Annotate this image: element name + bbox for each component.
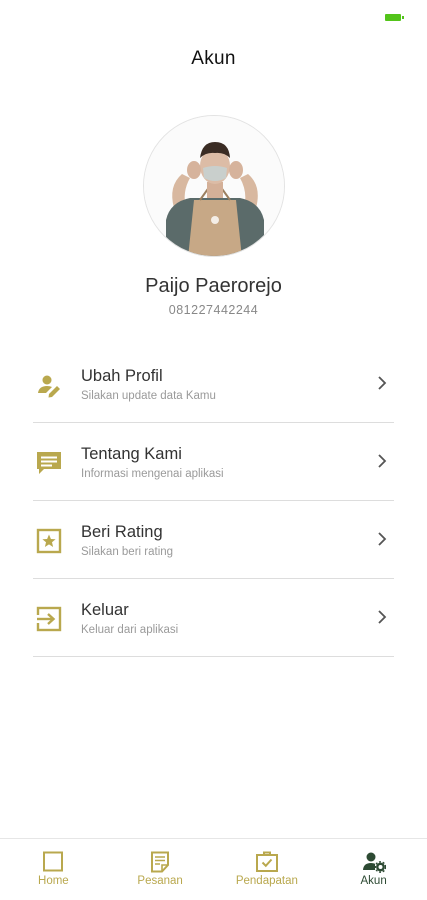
menu-item-subtitle: Keluar dari aplikasi [81, 624, 179, 636]
menu-item-edit-profile[interactable]: Ubah Profil Silakan update data Kamu [33, 345, 394, 423]
chevron-right-icon [378, 454, 387, 468]
bottom-nav: Home Pesanan Pendapatan Akun [0, 838, 427, 900]
menu-item-subtitle: Informasi mengenai aplikasi [81, 468, 224, 480]
menu-item-subtitle: Silakan beri rating [81, 546, 174, 558]
nav-item-income[interactable]: Pendapatan [214, 839, 321, 900]
nav-item-home[interactable]: Home [0, 839, 107, 900]
profile-phone: 081227442244 [168, 303, 259, 317]
avatar[interactable] [143, 115, 285, 257]
nav-item-account[interactable]: Akun [320, 839, 427, 900]
menu-item-title: Beri Rating [81, 523, 163, 541]
account-settings-icon [362, 852, 386, 873]
menu-item-rating[interactable]: Beri Rating Silakan beri rating [33, 501, 394, 579]
chevron-right-icon [378, 376, 387, 390]
message-icon [37, 452, 61, 474]
logout-icon [36, 606, 62, 632]
avatar-photo [144, 116, 284, 256]
menu-item-logout[interactable]: Keluar Keluar dari aplikasi [33, 579, 394, 657]
menu-item-title: Ubah Profil [81, 367, 163, 385]
menu-item-about[interactable]: Tentang Kami Informasi mengenai aplikasi [33, 423, 394, 501]
page-title: Akun [191, 48, 236, 69]
nav-label: Akun [360, 875, 387, 887]
chevron-right-icon [378, 532, 387, 546]
menu-item-subtitle: Silakan update data Kamu [81, 390, 216, 402]
nav-item-orders[interactable]: Pesanan [107, 839, 214, 900]
home-icon [43, 851, 64, 872]
menu-item-title: Tentang Kami [81, 445, 182, 463]
edit-user-icon [38, 375, 60, 398]
nav-label: Home [38, 875, 69, 887]
chevron-right-icon [378, 610, 387, 624]
status-bar [0, 0, 427, 36]
account-menu: Ubah Profil Silakan update data Kamu Ten… [33, 345, 394, 657]
menu-item-title: Keluar [81, 601, 129, 619]
profile-name: Paijo Paerorejo [145, 275, 282, 297]
nav-label: Pesanan [137, 875, 183, 887]
nav-label: Pendapatan [235, 875, 298, 887]
battery-icon [385, 14, 404, 21]
income-icon [255, 851, 278, 872]
orders-icon [151, 851, 170, 873]
star-box-icon [36, 528, 62, 554]
